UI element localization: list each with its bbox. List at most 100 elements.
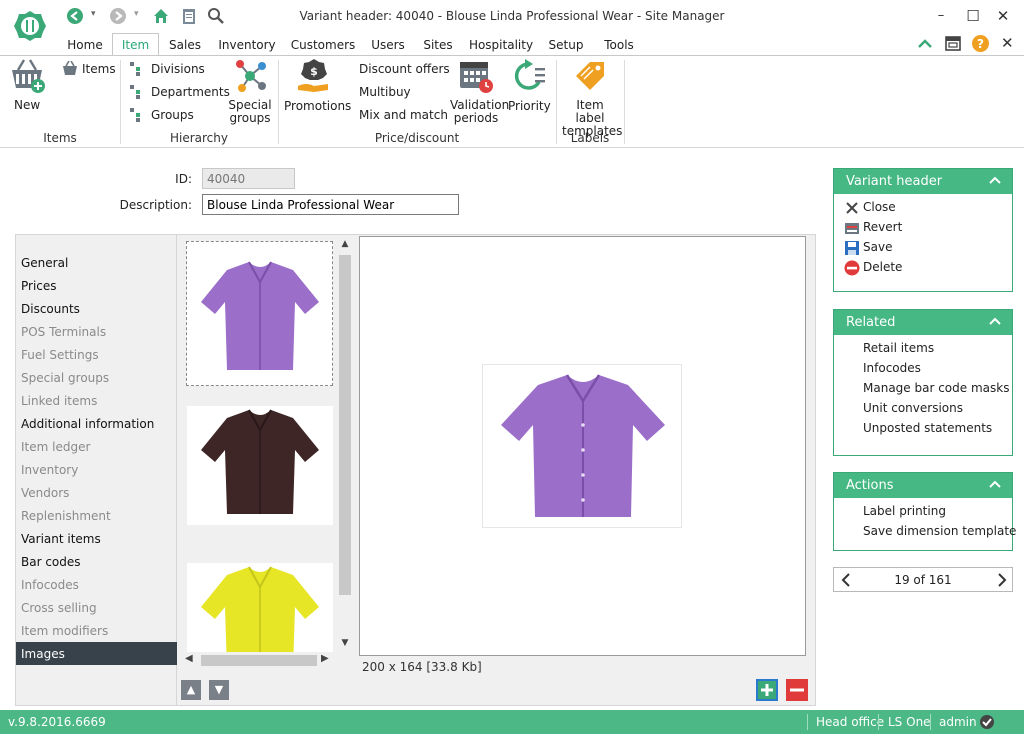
move-image-up-button[interactable]: ▲ [181, 680, 201, 700]
tab-sites[interactable]: Sites [420, 35, 456, 55]
nav-item-replenishment[interactable]: Replenishment [16, 504, 177, 527]
nav-item-variant-items[interactable]: Variant items [16, 527, 177, 550]
ribbon-separator [120, 60, 121, 144]
nav-item-item-modifiers[interactable]: Item modifiers [16, 619, 177, 642]
collapse-ribbon-icon[interactable] [916, 35, 934, 53]
price-tag-icon [576, 62, 604, 90]
save-dimension-template-link[interactable]: Save dimension template [863, 524, 1016, 538]
description-field[interactable]: Blouse Linda Professional Wear [202, 194, 459, 215]
close-window-button[interactable]: ✕ [992, 6, 1014, 26]
retail-items-link[interactable]: Retail items [863, 341, 934, 355]
thumbnail-horizontal-scrollbar[interactable]: ◀ ▶ [183, 652, 333, 668]
tab-hospitality[interactable]: Hospitality [468, 35, 534, 55]
special-groups-label: Special groups [228, 98, 272, 125]
scroll-right-icon[interactable]: ▶ [321, 653, 329, 664]
connection-status-icon [980, 715, 994, 729]
nav-item-additional-information[interactable]: Additional information [16, 412, 177, 435]
help-icon[interactable]: ? [971, 34, 990, 53]
multibuy-button[interactable]: Multibuy [359, 85, 411, 99]
move-image-down-button[interactable]: ▼ [209, 680, 229, 700]
tab-setup[interactable]: Setup [545, 35, 587, 55]
items-button[interactable]: Items [62, 60, 122, 78]
tab-customers[interactable]: Customers [290, 35, 356, 55]
version-text: v.9.8.2016.6669 [8, 715, 106, 729]
ribbon-separator [278, 60, 279, 144]
thumbnail-2[interactable] [187, 406, 333, 525]
add-image-button[interactable] [756, 679, 778, 701]
nav-item-fuel-settings[interactable]: Fuel Settings [16, 343, 177, 366]
promotions-icon: $ [298, 59, 328, 92]
thumbnail-3[interactable] [187, 563, 333, 653]
scrollbar-thumb[interactable] [339, 255, 351, 595]
label-printing-link[interactable]: Label printing [863, 504, 946, 518]
scroll-down-icon[interactable]: ▼ [337, 638, 353, 652]
nav-item-general[interactable]: General [16, 251, 177, 274]
mix-and-match-button[interactable]: Mix and match [359, 108, 448, 122]
items-label: Items [82, 62, 116, 76]
variant-header-panel-header[interactable]: Variant header [834, 169, 1012, 194]
departments-button[interactable]: Departments [130, 83, 230, 101]
priority-label: Priority [508, 99, 551, 113]
nav-item-vendors[interactable]: Vendors [16, 481, 177, 504]
tab-home[interactable]: Home [64, 35, 106, 55]
actions-panel-header[interactable]: Actions [834, 473, 1012, 498]
chevron-up-icon[interactable] [988, 315, 1002, 327]
close-icon [846, 202, 858, 214]
nav-item-discounts[interactable]: Discounts [16, 297, 177, 320]
actions-panel: Actions Label printing Save dimension te… [833, 472, 1016, 551]
ribbon-separator [556, 60, 557, 144]
nav-item-pos-terminals[interactable]: POS Terminals [16, 320, 177, 343]
id-field[interactable]: 40040 [202, 168, 295, 189]
nav-item-special-groups[interactable]: Special groups [16, 366, 177, 389]
close-document-icon[interactable]: ✕ [1001, 34, 1014, 52]
ribbon-separator [624, 60, 625, 144]
new-item-button[interactable]: New [8, 58, 46, 112]
priority-button[interactable]: Priority [508, 58, 551, 114]
discount-offers-button[interactable]: Discount offers [359, 62, 450, 76]
nav-item-images[interactable]: Images [16, 642, 177, 665]
unposted-statements-link[interactable]: Unposted statements [863, 421, 992, 435]
blouse-brown-image [201, 409, 319, 514]
tab-tools[interactable]: Tools [598, 35, 640, 55]
chevron-up-icon[interactable] [988, 174, 1002, 186]
nav-item-item-ledger[interactable]: Item ledger [16, 435, 177, 458]
tab-sales[interactable]: Sales [165, 35, 205, 55]
item-label-templates-button[interactable]: Item label templates [562, 58, 622, 138]
tree-icon [130, 108, 140, 122]
groups-button[interactable]: Groups [130, 106, 220, 124]
thumbnail-vertical-scrollbar[interactable]: ▲ ▼ [337, 239, 353, 652]
infocodes-link[interactable]: Infocodes [863, 361, 921, 375]
revert-action[interactable]: Revert [863, 220, 902, 234]
validation-periods-button[interactable]: Validation periods [450, 58, 509, 126]
tab-users[interactable]: Users [368, 35, 408, 55]
chevron-up-icon[interactable] [988, 478, 1002, 490]
nav-item-infocodes[interactable]: Infocodes [16, 573, 177, 596]
scroll-up-icon[interactable]: ▲ [337, 239, 353, 253]
chevron-left-icon[interactable] [838, 571, 854, 589]
promotions-button[interactable]: $ Promotions [284, 58, 351, 114]
divisions-button[interactable]: Divisions [130, 60, 220, 78]
nav-item-cross-selling[interactable]: Cross selling [16, 596, 177, 619]
chevron-right-icon[interactable] [994, 571, 1010, 589]
tab-inventory[interactable]: Inventory [216, 35, 278, 55]
nav-item-linked-items[interactable]: Linked items [16, 389, 177, 412]
manage-bar-code-masks-link[interactable]: Manage bar code masks [863, 381, 1009, 395]
scroll-left-icon[interactable]: ◀ [185, 653, 193, 664]
delete-action[interactable]: Delete [863, 260, 902, 274]
nav-item-bar-codes[interactable]: Bar codes [16, 550, 177, 573]
unit-conversions-link[interactable]: Unit conversions [863, 401, 963, 415]
remove-image-button[interactable] [786, 679, 808, 701]
thumbnail-1[interactable] [186, 241, 333, 386]
related-panel-header[interactable]: Related [834, 310, 1012, 335]
maximize-button[interactable]: ☐ [962, 6, 984, 26]
window-layout-icon[interactable] [944, 34, 962, 52]
save-action[interactable]: Save [863, 240, 892, 254]
scrollbar-thumb[interactable] [201, 655, 317, 666]
nav-item-prices[interactable]: Prices [16, 274, 177, 297]
special-groups-button[interactable]: Special groups [228, 58, 272, 126]
nav-item-inventory[interactable]: Inventory [16, 458, 177, 481]
minimize-button[interactable]: – [930, 6, 952, 26]
departments-label: Departments [151, 85, 230, 99]
close-action[interactable]: Close [863, 200, 896, 214]
tab-item[interactable]: Item [112, 33, 159, 56]
